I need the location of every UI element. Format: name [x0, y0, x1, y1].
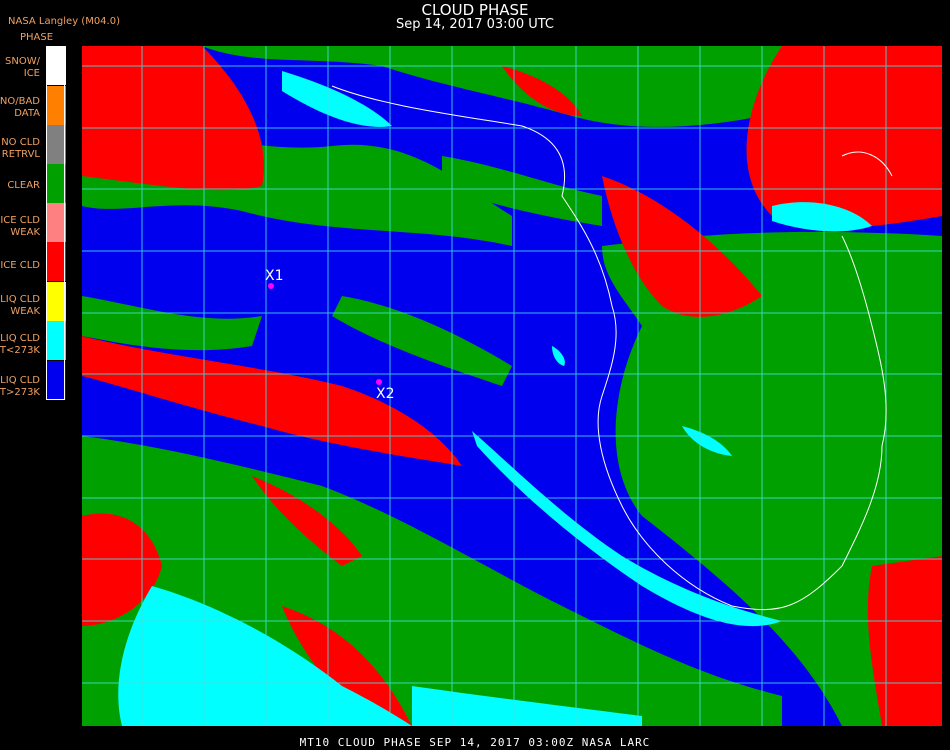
marker-x1-label: X1 — [265, 268, 284, 284]
legend-label: ICE CLD WEAK — [0, 215, 40, 238]
legend-label: CLEAR — [7, 180, 40, 191]
legend-label: LIQ CLD T>273K — [0, 375, 40, 398]
footer-caption: MT10 CLOUD PHASE SEP 14, 2017 03:00Z NAS… — [299, 736, 651, 749]
legend-label: LIQ CLD T<273K — [0, 333, 40, 356]
chart-subtitle: Sep 14, 2017 03:00 UTC — [395, 17, 555, 32]
legend-label: LIQ CLD WEAK — [0, 294, 40, 317]
marker-x2-label: X2 — [376, 386, 395, 402]
legend-frame — [46, 46, 65, 400]
legend-label: NO/BAD DATA — [0, 96, 40, 119]
source-label: NASA Langley (M04.0) — [8, 16, 120, 27]
cloud-phase-map: X1 X2 — [82, 46, 942, 726]
map-image — [82, 46, 942, 726]
legend-label: ICE CLD — [0, 260, 40, 271]
marker-x2-dot — [376, 379, 382, 385]
legend-title: PHASE — [20, 32, 54, 43]
legend-label: NO CLD RETRVL — [1, 137, 40, 160]
legend-label: SNOW/ ICE — [5, 56, 40, 79]
